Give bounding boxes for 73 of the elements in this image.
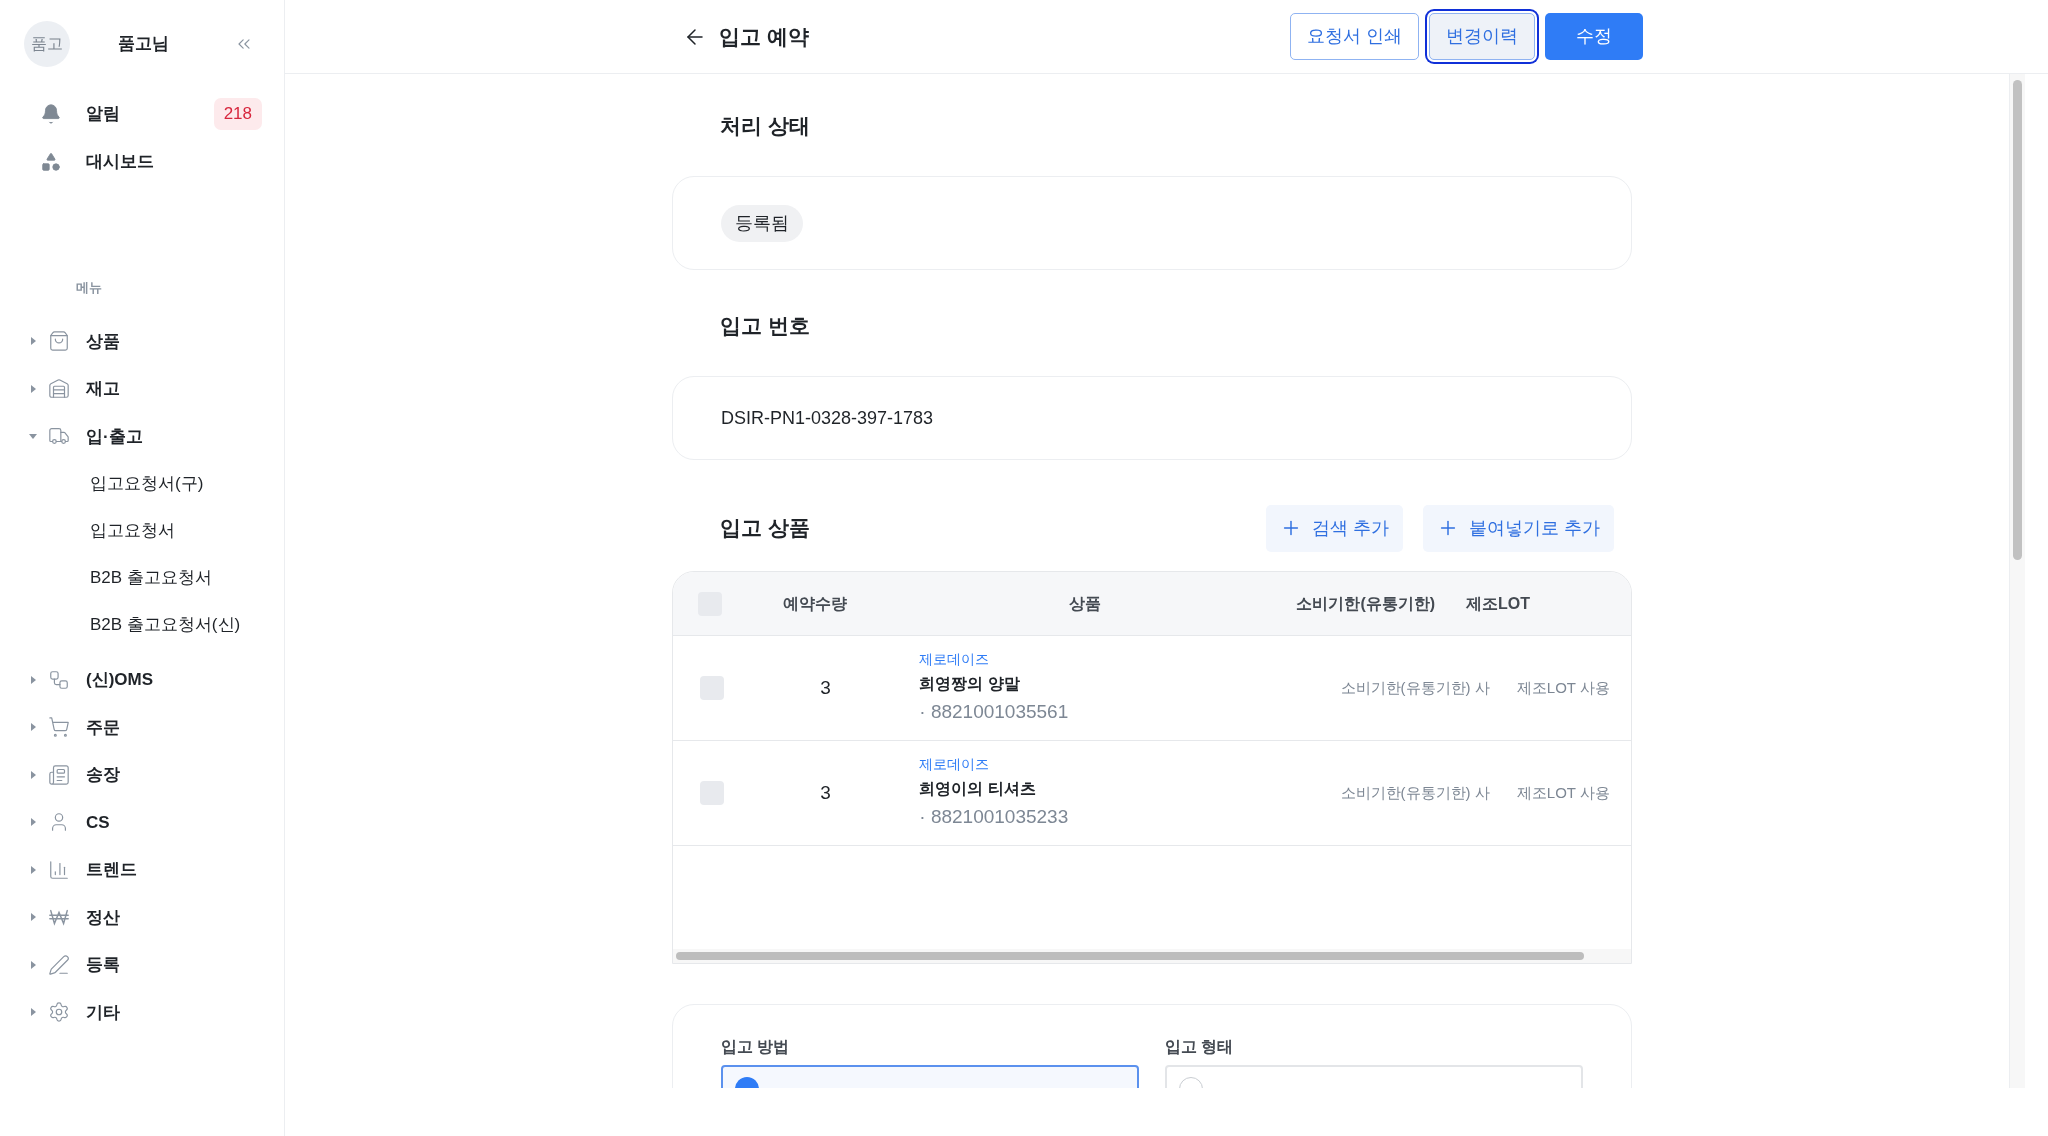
menu-item[interactable]: 트렌드 bbox=[0, 846, 284, 894]
quantity-cell: 3 bbox=[820, 781, 831, 803]
vertical-scrollbar[interactable] bbox=[2009, 74, 2025, 1088]
column-header: 상품 bbox=[1068, 594, 1101, 612]
bell-icon bbox=[40, 103, 62, 125]
section-title: 입고 번호 bbox=[720, 313, 811, 339]
add-button[interactable]: 붙여넣기로 추가 bbox=[1423, 504, 1614, 552]
user-name: 품고님 bbox=[118, 33, 169, 56]
shapes-icon bbox=[40, 151, 62, 173]
settings-icon bbox=[48, 1001, 70, 1024]
table-cell: 제조LOT 사용 bbox=[1516, 784, 1610, 801]
menu-item[interactable]: 등록 bbox=[0, 941, 284, 989]
submenu-item[interactable]: 입고요청서 bbox=[0, 507, 284, 554]
page-title: 입고 예약 bbox=[719, 23, 809, 50]
brand-name: 제로데이즈 bbox=[919, 755, 990, 775]
inbound-number: DSIR-PN1-0328-397-1783 bbox=[721, 406, 934, 430]
pen-icon bbox=[48, 953, 70, 976]
user-avatar: 품고 bbox=[24, 21, 70, 67]
sidebar-item[interactable]: 대시보드 bbox=[40, 142, 262, 182]
workflow-icon bbox=[48, 668, 70, 691]
caret-icon[interactable] bbox=[28, 336, 38, 347]
table-cell: 소비기한(유통기한) 사 bbox=[1340, 679, 1490, 696]
quantity-cell: 3 bbox=[820, 676, 831, 698]
add-button[interactable]: 검색 추가 bbox=[1265, 504, 1403, 552]
brand-name: 제로데이즈 bbox=[919, 650, 990, 670]
caret-icon[interactable] bbox=[28, 1007, 38, 1018]
caret-icon[interactable] bbox=[28, 769, 38, 780]
bar-chart-icon bbox=[48, 858, 70, 881]
caret-icon[interactable] bbox=[28, 674, 38, 685]
submenu-item[interactable]: B2B 출고요청서(신) bbox=[0, 601, 284, 648]
menu-item[interactable]: 기타 bbox=[0, 988, 284, 1036]
product-name: 희영이의 티셔츠 bbox=[919, 779, 1036, 800]
column-header: 소비기한(유통기한) bbox=[1296, 594, 1436, 612]
table-row[interactable]: 3 제로데이즈 희영짱의 양말 · 8821001035561 소비기한(유통기한) 사 제조LOT 사용 bbox=[673, 636, 1631, 741]
table-cell: 소비기한(유통기한) 사 bbox=[1340, 784, 1490, 801]
header-button[interactable]: 수정 bbox=[1545, 13, 1643, 60]
menu-heading: 메뉴 bbox=[76, 279, 103, 297]
document-icon bbox=[48, 763, 70, 786]
menu-item[interactable]: 상품 bbox=[0, 317, 284, 365]
status-chip: 등록됨 bbox=[721, 204, 803, 242]
caret-icon[interactable] bbox=[28, 383, 38, 394]
menu-item[interactable]: 정산 bbox=[0, 893, 284, 941]
menu-item[interactable]: (신)OMS bbox=[0, 656, 284, 704]
menu-item[interactable]: 주문 bbox=[0, 703, 284, 751]
caret-icon[interactable] bbox=[28, 722, 38, 733]
section-title: 처리 상태 bbox=[720, 113, 811, 139]
menu-item[interactable]: 입·출고 bbox=[0, 412, 284, 460]
barcode: · 8821001035233 bbox=[919, 805, 1069, 830]
table-row[interactable]: 3 제로데이즈 희영이의 티셔츠 · 8821001035233 소비기한(유통기한) 사 제조LOT 사용 bbox=[673, 741, 1631, 846]
header-button[interactable]: 요청서 인쇄 bbox=[1290, 13, 1419, 60]
barcode: · 8821001035561 bbox=[919, 700, 1069, 725]
column-header: 예약수량 bbox=[783, 594, 848, 612]
product-name: 희영짱의 양말 bbox=[919, 674, 1020, 695]
count-badge: 218 bbox=[213, 98, 262, 130]
horizontal-scrollbar[interactable] bbox=[673, 949, 1631, 963]
caret-icon[interactable] bbox=[28, 959, 38, 970]
menu-item[interactable]: CS bbox=[0, 798, 284, 846]
caret-icon[interactable] bbox=[28, 817, 38, 828]
submenu-item[interactable]: 입고요청서(구) bbox=[0, 460, 284, 507]
field-label: 입고 형태 bbox=[1165, 1037, 1235, 1057]
submenu-item[interactable]: B2B 출고요청서 bbox=[0, 554, 284, 601]
menu-item[interactable]: 송장 bbox=[0, 751, 284, 799]
cart-icon bbox=[48, 716, 70, 739]
caret-icon[interactable] bbox=[28, 912, 38, 923]
section-title: 입고 상품 bbox=[720, 515, 810, 542]
sidebar-item[interactable]: 알림 218 bbox=[40, 94, 262, 134]
caret-icon[interactable] bbox=[28, 864, 38, 875]
warehouse-icon bbox=[48, 377, 70, 400]
menu-item[interactable]: 재고 bbox=[0, 365, 284, 413]
bag-icon bbox=[48, 330, 70, 353]
field-label: 입고 방법 bbox=[721, 1037, 791, 1057]
table-cell: 제조LOT 사용 bbox=[1516, 679, 1610, 696]
column-header: 제조LOT bbox=[1465, 594, 1530, 612]
